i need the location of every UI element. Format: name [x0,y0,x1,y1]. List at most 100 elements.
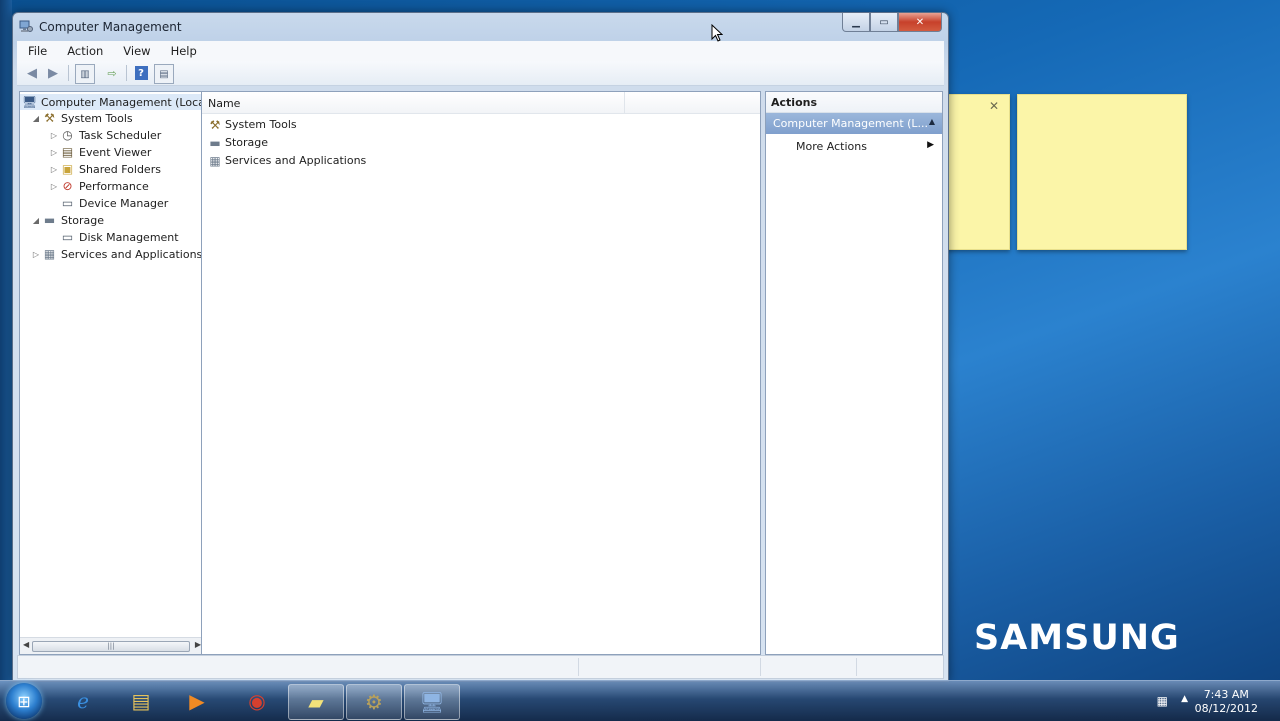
keyboard-icon[interactable]: ▦ [1157,694,1168,708]
taskbar-app-button[interactable]: ⚙ [346,684,402,720]
title-bar[interactable]: Computer Management ▁ ▭ ✕ [13,13,948,41]
clock-icon: ◷ [62,128,73,142]
taskbar-app-button[interactable]: ▶ [170,684,224,718]
clock-date: 08/12/2012 [1194,702,1258,715]
mouse-cursor-icon [711,24,723,42]
menu-bar: File Action View Help [17,41,944,61]
collapsed-arrow-icon[interactable]: ▷ [30,250,42,259]
collapsed-arrow-icon[interactable]: ▷ [48,182,60,191]
desktop-left-edge [0,0,12,680]
actions-section-label: Computer Management (L... [773,117,929,130]
menu-view[interactable]: View [112,44,159,58]
internet-explorer-icon: ℯ [77,689,89,713]
status-divider [856,658,857,676]
tree-item[interactable]: ◢ ▬ Storage [30,212,104,228]
column-header-name[interactable]: Name [208,97,240,110]
actions-section-computer-management[interactable]: Computer Management (L... ▲ [766,113,942,134]
close-button[interactable]: ✕ [898,13,942,32]
tools-icon: ⚒ [209,117,221,132]
collapsed-arrow-icon[interactable]: ▷ [48,131,60,140]
more-actions-item[interactable]: More Actions ▶ [794,137,938,155]
start-button[interactable]: ⊞ [6,683,42,719]
forward-button[interactable]: ▶ [44,64,62,82]
close-icon[interactable]: ✕ [989,99,999,113]
minimize-button[interactable]: ▁ [842,13,870,32]
tree-item-label: Task Scheduler [79,128,162,142]
computer-management-icon [19,20,33,32]
taskbar-app-button[interactable]: ℯ [56,684,110,718]
tree-item[interactable]: ▷ ⊘ Performance [48,178,149,194]
actions-header-label: Actions [771,96,817,109]
export-list-button[interactable]: ⇨ [103,64,121,82]
actions-pane: Actions Computer Management (L... ▲ More… [765,91,943,655]
collapsed-arrow-icon[interactable]: ▷ [48,148,60,157]
back-button[interactable]: ◀ [23,64,41,82]
windows-logo-icon: ⊞ [17,691,31,711]
scroll-left-icon[interactable]: ◀ [23,640,29,649]
close-icon: ✕ [915,16,925,28]
tree-item[interactable]: ◢ ⚒ System Tools [30,110,133,126]
tree-item-label: Computer Management (Local [41,95,205,109]
forward-arrow-icon: ▶ [48,65,58,81]
show-hide-console-tree-button[interactable]: ▥ [75,64,95,84]
expanded-arrow-icon[interactable]: ◢ [30,114,42,123]
menu-file[interactable]: File [17,44,56,58]
toolbar: ◀ ▶ ▥ ⇨ ? ▤ [17,61,944,86]
collapse-up-icon[interactable]: ▲ [929,117,935,126]
expanded-arrow-icon[interactable]: ◢ [30,216,42,225]
tree-item[interactable]: ▷ ◷ Task Scheduler [48,127,161,143]
windows-explorer-icon: ▤ [131,689,151,713]
list-item[interactable]: ▦ Services and Applications [207,152,366,169]
show-hide-action-pane-button[interactable]: ▤ [154,64,174,84]
sticky-notes-icon: ▰ [308,690,324,714]
status-bar [17,655,944,679]
services-icon: ▦ [43,247,56,261]
list-item-label: Services and Applications [225,154,367,167]
taskbar-app-button[interactable]: ▰ [288,684,344,720]
tools-icon: ⚒ [44,111,55,125]
menu-help[interactable]: Help [160,44,206,58]
show-hidden-icons-icon[interactable]: ▲ [1181,694,1188,704]
column-header-bar: Name [202,92,760,114]
list-item[interactable]: ⚒ System Tools [207,116,297,133]
tree-item[interactable]: ▷ ▦ Services and Applications [30,246,202,262]
sticky-note[interactable] [1017,94,1187,250]
tree-item-label: Device Manager [79,196,169,210]
list-item[interactable]: ▬ Storage [207,134,268,151]
tree-item-label: Disk Management [79,230,179,244]
action-pane-icon: ▤ [159,68,169,80]
tree-item-label: Performance [79,179,149,193]
tree-item[interactable]: ▷ ▤ Event Viewer [48,144,151,160]
horizontal-scrollbar[interactable]: ◀ ||| ▶ [20,637,204,654]
minimize-icon: ▁ [852,16,860,28]
list-item-label: Storage [225,136,269,149]
clock[interactable]: 7:43 AM 08/12/2012 [1195,688,1258,716]
taskbar-app-button[interactable]: ◉ [230,684,284,718]
taskbar-app-button[interactable]: ▤ [114,684,168,718]
shared-folder-icon: ▣ [61,162,74,176]
taskbar-app-button[interactable]: 🖥 [404,684,460,720]
tree-item[interactable]: ▷ ▣ Shared Folders [48,161,161,177]
tree-item[interactable]: 🖥 Computer Management (Local [20,94,205,110]
status-divider [760,658,761,676]
results-pane: Name ⚒ System Tools ▬ Storage ▦ Services and … [201,91,761,655]
tree-item[interactable]: ▭ Device Manager [48,195,169,211]
services-icon: ▦ [209,153,221,168]
console-tree: 🖥 Computer Management (Local ◢ ⚒ System Tool… [19,91,205,655]
collapsed-arrow-icon[interactable]: ▷ [48,165,60,174]
disk-management-icon: ▭ [61,230,74,244]
computer-management-window: Computer Management ▁ ▭ ✕ File Action Vi… [12,12,949,682]
more-actions-label: More Actions [796,140,867,153]
scrollbar-thumb[interactable]: ||| [32,641,190,652]
sticky-note[interactable]: ✕ [946,94,1010,250]
toolbar-separator [68,65,69,81]
help-button[interactable]: ? [132,64,150,82]
tree-item[interactable]: ▭ Disk Management [48,229,179,245]
list-item-label: System Tools [225,118,297,131]
help-icon: ? [134,66,148,80]
column-divider[interactable] [624,92,625,113]
tree-item-label: Storage [61,213,105,227]
menu-action[interactable]: Action [56,44,112,58]
taskbar: ⊞ ℯ ▤ ▶ ◉ ▰ ⚙ 🖥 ▦ ▲ 7:43 AM 08/12/2012 [0,680,1280,721]
maximize-button[interactable]: ▭ [870,13,898,32]
